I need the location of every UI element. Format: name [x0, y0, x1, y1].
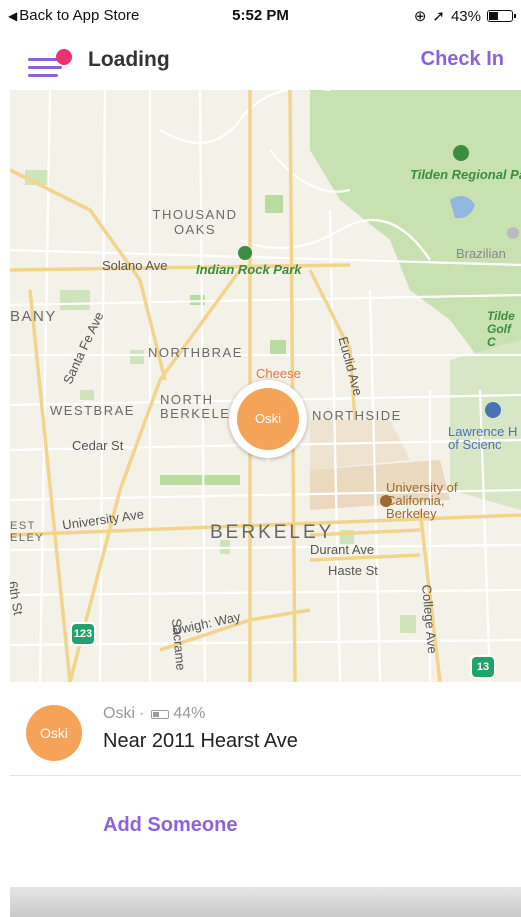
map-label-northbrae: NORTHBRAE [148, 345, 243, 360]
menu-button[interactable] [28, 46, 72, 80]
menu-line [28, 66, 62, 69]
map-label-indian-rock-park: Indian Rock Park [196, 262, 302, 277]
map-label-albany: BANY [10, 308, 57, 325]
map-label-tilden-park: Tilden Regional Park [410, 167, 521, 182]
map-label-northside: NORTHSIDE [312, 408, 402, 423]
map-label-westbrae: WESTBRAE [50, 403, 135, 418]
highway-123-shield-icon: 123 [70, 622, 96, 646]
person-location: Near 2011 Hearst Ave [103, 730, 298, 752]
map-label-cedar-st: Cedar St [72, 438, 124, 453]
map-label-haste-st: Haste St [328, 563, 378, 578]
rotation-lock-icon: ⊕ [413, 8, 427, 25]
map-label-brazilian: Brazilian [456, 246, 506, 261]
map-label-west-berkeley: EST ELEY [10, 520, 45, 544]
map-label-tilden-golf: Tilde Golf C [487, 309, 515, 349]
map-label-north-berkeley: NORTH BERKELE [160, 392, 231, 421]
notification-dot-icon [56, 49, 72, 65]
check-in-button[interactable]: Check In [421, 48, 504, 71]
highway-13-shield-icon: 13 [470, 655, 496, 679]
person-meta: Oski · 44% [103, 705, 205, 723]
page-title: Loading [88, 48, 170, 71]
map-view[interactable]: Tilden Regional Park THOUSAND OAKS Solan… [10, 90, 521, 682]
map-label-solano-ave: Solano Ave [102, 258, 168, 273]
battery-percent: 43% [450, 7, 481, 25]
user-location-pin[interactable]: Oski [229, 380, 307, 472]
bottom-sheet-edge [10, 887, 521, 917]
battery-icon [487, 10, 516, 22]
separator: · [139, 705, 145, 722]
status-bar: ◀ Back to App Store 5:52 PM ⊕ ➚ 43% [0, 0, 521, 36]
person-battery: 44% [173, 705, 206, 722]
map-label-thousand-oaks: THOUSAND OAKS [152, 207, 238, 237]
map-label-berkeley: BERKELEY [210, 522, 335, 543]
pin-avatar: Oski [237, 388, 299, 450]
menu-line [28, 58, 58, 61]
person-list-item[interactable]: Oski Oski · 44% Near 2011 Hearst Ave [0, 693, 521, 775]
map-label-lawrence-hall: Lawrence H of Scienc [448, 424, 518, 452]
location-arrow-icon: ➚ [432, 8, 445, 25]
status-indicators: ⊕ ➚ 43% [413, 7, 516, 25]
add-someone-button[interactable]: Add Someone [103, 814, 237, 837]
divider [10, 775, 521, 776]
menu-line [28, 74, 58, 77]
map-label-uc-berkeley: University of California, Berkeley [386, 480, 458, 521]
nav-bar: Loading Check In [0, 36, 521, 90]
battery-icon [151, 709, 170, 719]
person-name: Oski [103, 705, 135, 722]
map-label-durant-ave: Durant Ave [310, 542, 375, 557]
avatar: Oski [26, 705, 82, 761]
